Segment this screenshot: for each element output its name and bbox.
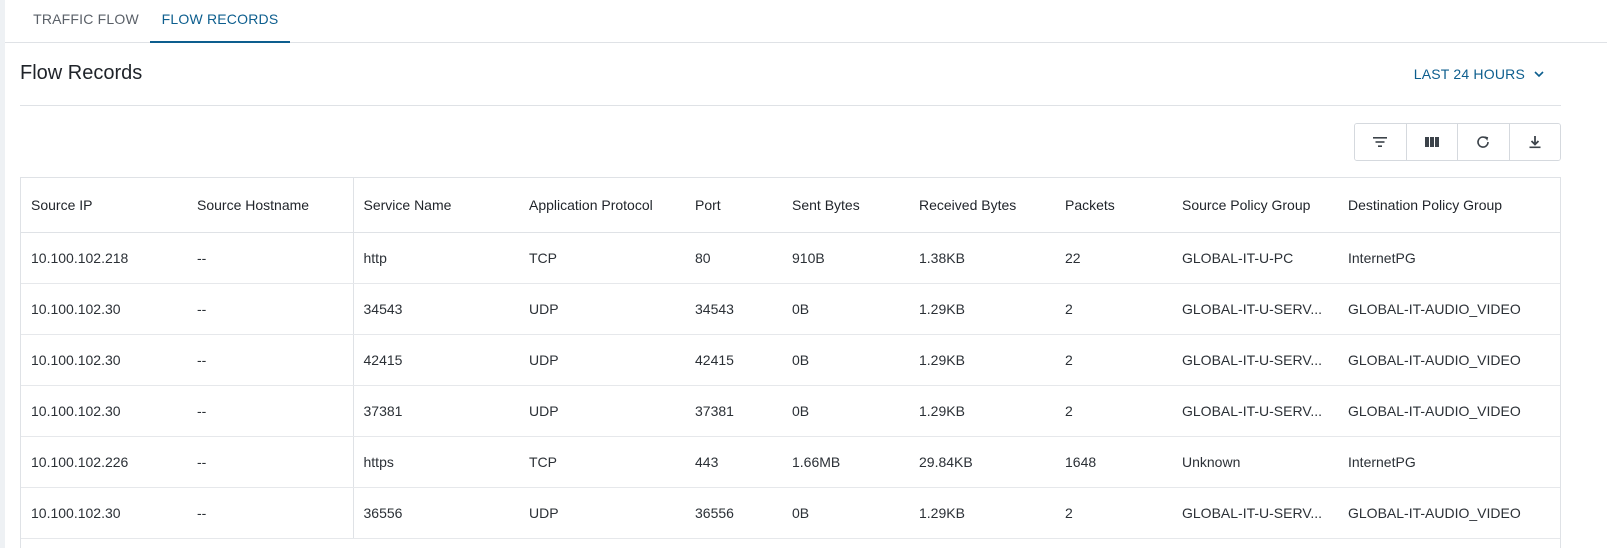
table-cell: 10.100.102.30: [21, 385, 187, 437]
table-cell: 10.100.102.30: [21, 334, 187, 386]
table-cell: 36556: [353, 487, 519, 539]
page-title: Flow Records: [20, 62, 143, 84]
columns-icon: [1424, 137, 1439, 147]
page-header: Flow Records LAST 24 HOURS: [20, 43, 1561, 106]
column-header[interactable]: Source Hostname: [187, 178, 354, 233]
table-cell: TCP: [519, 232, 685, 284]
filter-button[interactable]: [1355, 124, 1407, 160]
column-header[interactable]: Source Policy Group: [1172, 178, 1338, 233]
table-cell: 1.66MB: [782, 436, 909, 488]
table-cell: 42415: [353, 334, 519, 386]
table-cell: 34543: [685, 283, 782, 335]
table-cell: 10.100.102.218: [21, 232, 187, 284]
table-cell: 22: [1055, 232, 1172, 284]
download-icon: [1529, 136, 1541, 149]
table-cell: UDP: [519, 283, 685, 335]
time-range-dropdown[interactable]: LAST 24 HOURS: [1414, 66, 1545, 82]
table-cell: 2: [1055, 334, 1172, 386]
table-cell: 910B: [782, 232, 909, 284]
flow-records-table: Source IP Source Hostname Service Name A…: [20, 177, 1561, 548]
table-cell: GLOBAL-IT-U-SERV...: [1172, 487, 1338, 539]
table-cell: 1.29KB: [909, 334, 1055, 386]
column-header[interactable]: Destination Policy Group: [1338, 178, 1560, 233]
table-cell: 1648: [1055, 436, 1172, 488]
filter-icon: [1373, 137, 1388, 147]
table-cell: InternetPG: [1338, 232, 1560, 284]
table-cell: UDP: [519, 334, 685, 386]
table-cell: 2: [1055, 385, 1172, 437]
table-cell: GLOBAL-IT-AUDIO_VIDEO: [1338, 385, 1560, 437]
table-cell: GLOBAL-IT-AUDIO_VIDEO: [1338, 487, 1560, 539]
table-cell: GLOBAL-IT-U-PC: [1172, 232, 1338, 284]
table-cell: 80: [685, 232, 782, 284]
table-cell: 443: [685, 436, 782, 488]
table-cell: TCP: [519, 436, 685, 488]
table-cell: 10.100.102.30: [21, 283, 187, 335]
column-header[interactable]: Sent Bytes: [782, 178, 909, 233]
download-button[interactable]: [1509, 124, 1560, 160]
table-row[interactable]: 10.100.102.30 -- 42415 UDP 42415 0B 1.29KB 2 GLO…: [21, 334, 1560, 386]
column-header[interactable]: Application Protocol: [519, 178, 685, 233]
table-cell: --: [187, 436, 354, 488]
column-header[interactable]: Packets: [1055, 178, 1172, 233]
time-range-label: LAST 24 HOURS: [1413, 66, 1525, 82]
column-header[interactable]: Source IP: [21, 178, 187, 233]
refresh-icon: [1477, 136, 1490, 148]
tab-bar: TRAFFIC FLOW FLOW RECORDS: [5, 0, 1607, 43]
table-cell: GLOBAL-IT-U-SERV...: [1172, 283, 1338, 335]
column-header[interactable]: Service Name: [353, 178, 519, 233]
table-row[interactable]: 10.100.102.218 -- http TCP 80 910B 1.38KB 22 GLO…: [21, 232, 1560, 284]
table-cell: --: [187, 385, 354, 437]
table-cell: --: [187, 487, 354, 539]
table-cell: 36556: [685, 487, 782, 539]
tab-traffic-flow[interactable]: TRAFFIC FLOW: [19, 0, 153, 43]
table-cell: 2: [1055, 487, 1172, 539]
table-cell: UDP: [519, 487, 685, 539]
left-edge-strip: [0, 0, 5, 548]
tab-flow-records[interactable]: FLOW RECORDS: [150, 0, 290, 43]
table-cell: 10.100.102.226: [21, 436, 187, 488]
table-cell: --: [187, 232, 354, 284]
table-cell: 1.29KB: [909, 283, 1055, 335]
table-cell: Unknown: [1172, 436, 1338, 488]
table-cell: --: [187, 283, 354, 335]
table-cell: 1.29KB: [909, 487, 1055, 539]
table-cell: 0B: [782, 487, 909, 539]
table-row[interactable]: 10.100.102.30 -- 34543 UDP 34543 0B 1.29KB 2 GLO…: [21, 283, 1560, 335]
table-cell: 0B: [782, 385, 909, 437]
column-header[interactable]: Port: [685, 178, 782, 233]
table-toolbar: [1354, 123, 1561, 161]
refresh-button[interactable]: [1458, 124, 1510, 160]
column-header[interactable]: Received Bytes: [909, 178, 1055, 233]
table-cell: 10.100.102.30: [21, 487, 187, 539]
table-cell: UDP: [519, 385, 685, 437]
table-row[interactable]: 10.100.102.226 -- https TCP 443 1.66MB 29.84KB…: [21, 436, 1560, 488]
table-cell: 42415: [685, 334, 782, 386]
table-cell: GLOBAL-IT-U-SERV...: [1172, 334, 1338, 386]
table-cell: GLOBAL-IT-AUDIO_VIDEO: [1338, 283, 1560, 335]
table-cell: http: [353, 232, 519, 284]
table-cell: 1.29KB: [909, 385, 1055, 437]
table-cell: 0B: [782, 283, 909, 335]
table-cell: 29.84KB: [909, 436, 1055, 488]
table-row[interactable]: 10.100.102.30 -- 37381 UDP 37381 0B 1.29KB 2 GLO…: [21, 385, 1560, 437]
table-cell: 37381: [685, 385, 782, 437]
chevron-down-icon: [1534, 71, 1544, 78]
columns-button[interactable]: [1406, 124, 1458, 160]
table-cell: 2: [1055, 283, 1172, 335]
table-cell: https: [353, 436, 519, 488]
table-row[interactable]: 10.100.102.30 -- 36556 UDP 36556 0B 1.29KB 2 GLO…: [21, 487, 1560, 539]
table-cell: 34543: [353, 283, 519, 335]
table-cell: --: [187, 334, 354, 386]
table-cell: GLOBAL-IT-U-SERV...: [1172, 385, 1338, 437]
table-header-row: Source IP Source Hostname Service Name A…: [21, 178, 1560, 233]
table-cell: 37381: [353, 385, 519, 437]
table-cell: InternetPG: [1338, 436, 1560, 488]
table-cell: GLOBAL-IT-AUDIO_VIDEO: [1338, 334, 1560, 386]
table-cell: 0B: [782, 334, 909, 386]
table-cell: 1.38KB: [909, 232, 1055, 284]
